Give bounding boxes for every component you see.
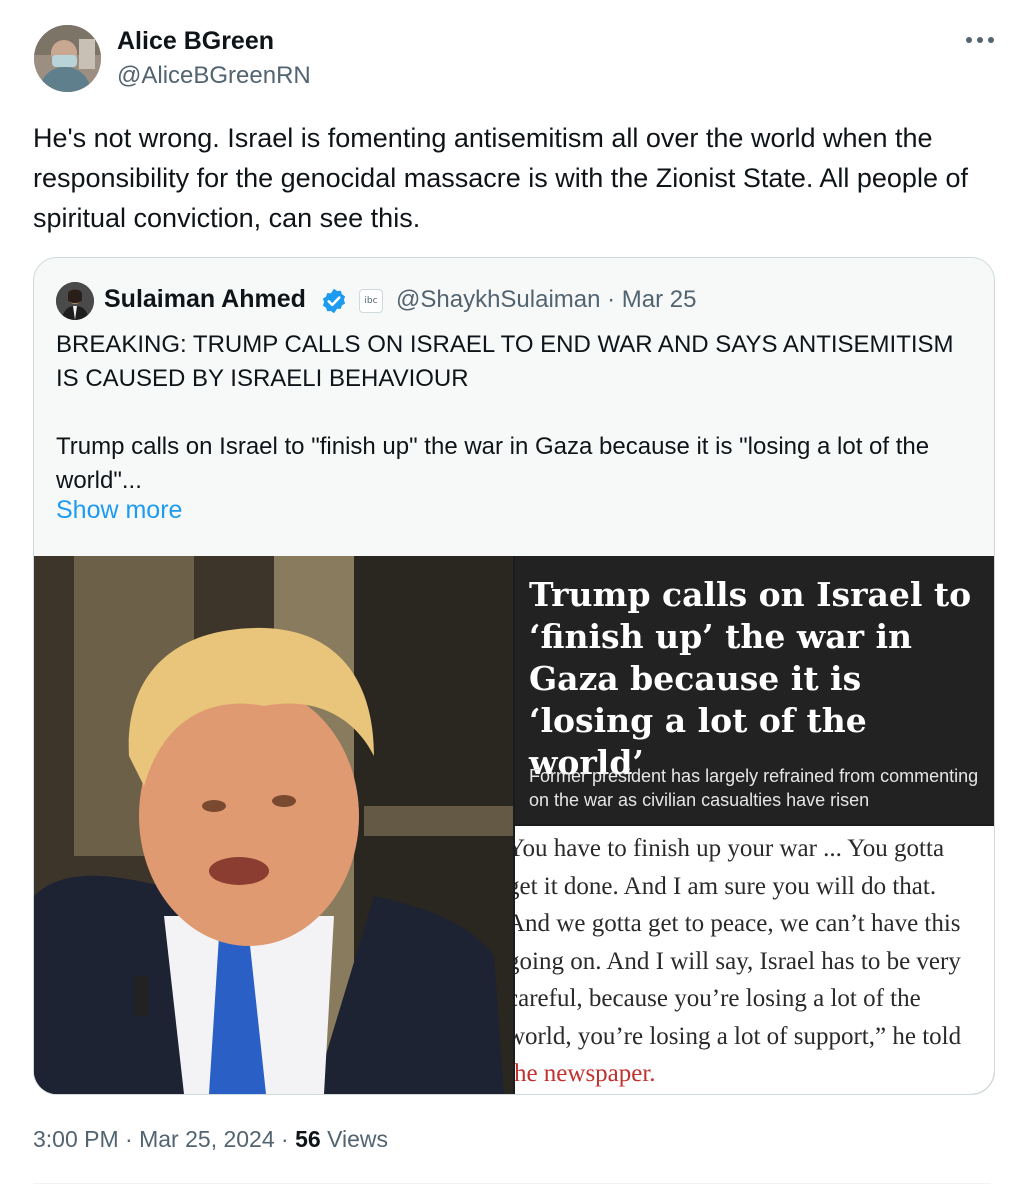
- quoted-text: BREAKING: TRUMP CALLS ON ISRAEL TO END W…: [56, 328, 966, 498]
- article-headline-screenshot[interactable]: Trump calls on Israel to ‘finish up’ the…: [515, 556, 994, 824]
- quoted-date[interactable]: Mar 25: [622, 286, 697, 313]
- author-avatar[interactable]: [34, 25, 101, 92]
- trump-photo[interactable]: [34, 556, 513, 1094]
- article-line: going on. And I will say, Israel has to …: [515, 947, 961, 975]
- quoted-author-name[interactable]: Sulaiman Ahmed: [104, 285, 306, 314]
- more-icon[interactable]: [962, 28, 998, 52]
- article-subhead: Former president has largely refrained f…: [529, 766, 979, 810]
- article-line: careful, because you’re losing a lot of …: [515, 985, 921, 1012]
- article-headline: Trump calls on Israel to ‘finish up’ the…: [529, 575, 972, 782]
- separator-dot: ·: [118, 1126, 140, 1152]
- quoted-author-handle-date: @ShaykhSulaiman · Mar 25: [396, 286, 697, 314]
- quoted-author-avatar[interactable]: [56, 282, 94, 320]
- tweet-time[interactable]: 3:00 PM: [33, 1126, 119, 1152]
- tweet-text: He's not wrong. Israel is fomenting anti…: [33, 123, 968, 233]
- quoted-text-headline: BREAKING: TRUMP CALLS ON ISRAEL TO END W…: [56, 331, 954, 392]
- views-label: Views: [327, 1126, 389, 1152]
- show-more-link[interactable]: Show more: [56, 496, 182, 525]
- avatar-image: [34, 25, 101, 92]
- article-line: You have to finish up your war ... You g…: [515, 835, 945, 862]
- article-line: get it done. And I am sure you will do t…: [515, 872, 937, 900]
- views-count[interactable]: 56: [295, 1126, 321, 1152]
- author-handle[interactable]: @AliceBGreenRN: [117, 62, 311, 90]
- affiliate-badge-icon[interactable]: ibc: [359, 289, 383, 313]
- quoted-author-handle[interactable]: @ShaykhSulaiman: [396, 286, 600, 313]
- author-name[interactable]: Alice BGreen: [117, 27, 274, 56]
- tweet-meta: 3:00 PM · Mar 25, 2024 · 56 Views: [33, 1126, 388, 1153]
- article-quote-text: You have to finish up your war ... You g…: [515, 830, 994, 1093]
- separator-dot: ·: [600, 286, 622, 313]
- separator-dot: ·: [274, 1126, 296, 1152]
- quoted-tweet[interactable]: Sulaiman Ahmed ibc @ShaykhSulaiman · Mar…: [33, 257, 995, 1095]
- quoted-text-body: Trump calls on Israel to "finish up" the…: [56, 433, 930, 494]
- article-nav-strip: [529, 556, 829, 558]
- article-link: the newspaper.: [515, 1060, 656, 1087]
- tweet-date[interactable]: Mar 25, 2024: [139, 1126, 275, 1152]
- article-line: And we gotta get to peace, we can’t have…: [515, 910, 961, 937]
- tweet: Alice BGreen @AliceBGreenRN He's not wro…: [0, 0, 1024, 1186]
- verified-icon: [320, 287, 348, 315]
- article-line: world, you’re losing a lot of support,” …: [515, 1022, 962, 1050]
- divider: [33, 1183, 991, 1184]
- article-quote-screenshot[interactable]: You have to finish up your war ... You g…: [515, 826, 994, 1094]
- quoted-media[interactable]: Trump calls on Israel to ‘finish up’ the…: [34, 556, 994, 1094]
